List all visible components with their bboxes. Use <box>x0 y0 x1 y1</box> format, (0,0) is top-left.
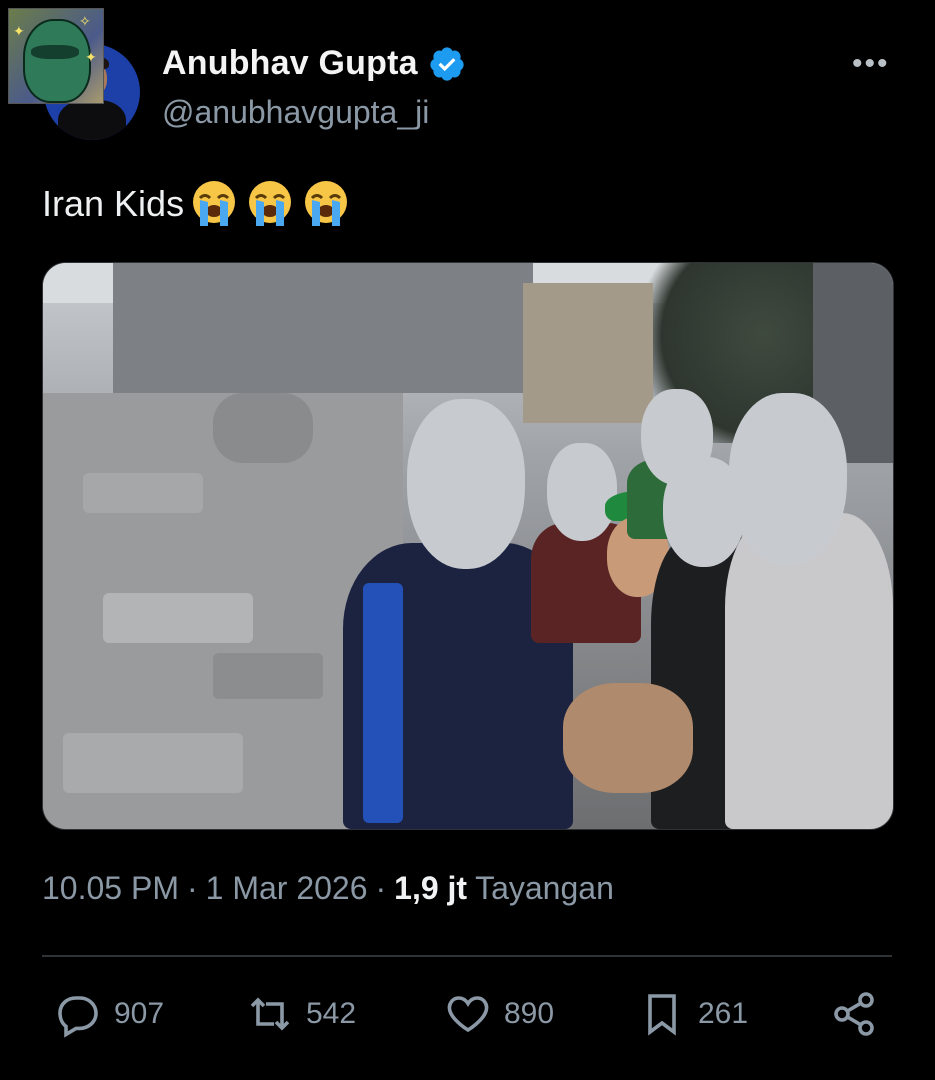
bookmark-icon <box>648 994 676 1036</box>
image-rubble-block <box>213 653 323 699</box>
divider <box>42 955 892 957</box>
action-bar: 907 542 890 261 <box>0 990 935 1046</box>
post-time[interactable]: 10.05 PM <box>42 870 179 907</box>
tweet: ✦ ✦ ✧ Anubhav Gupta @anubhavgupta_ji •••… <box>0 0 935 1080</box>
views-label[interactable]: Tayangan <box>475 870 614 907</box>
author-handle[interactable]: @anubhavgupta_ji <box>162 94 429 131</box>
post-meta: 10.05 PM · 1 Mar 2026 · 1,9 jt Tayangan <box>42 870 614 907</box>
bookmark-count: 261 <box>698 997 749 1030</box>
image-rubble-block <box>63 733 243 793</box>
like-button[interactable]: 890 <box>444 990 554 1038</box>
loudly-crying-face-icon <box>305 181 348 226</box>
repost-button[interactable]: 542 <box>246 990 356 1038</box>
heart-icon <box>447 996 489 1033</box>
author-name-row[interactable]: Anubhav Gupta <box>162 44 466 83</box>
repost-icon <box>250 997 290 1031</box>
share-button[interactable] <box>830 990 878 1038</box>
reply-icon <box>58 996 98 1038</box>
reply-button[interactable]: 907 <box>54 990 164 1038</box>
share-icon <box>834 992 874 1036</box>
image-hands <box>563 683 693 793</box>
bookmark-button[interactable]: 261 <box>638 990 748 1038</box>
meta-separator: · <box>375 870 387 906</box>
post-date[interactable]: 1 Mar 2026 <box>206 870 368 907</box>
image-ruined-building <box>113 263 533 393</box>
image-rubble-block <box>83 473 203 513</box>
tweet-text: Iran Kids <box>42 178 352 230</box>
loudly-crying-face-icon <box>249 181 292 226</box>
loudly-crying-face-icon <box>193 181 236 226</box>
post-image[interactable] <box>42 262 894 830</box>
more-options-button[interactable]: ••• <box>852 49 890 79</box>
sticker-overlay: ✦ ✦ ✧ <box>8 8 104 104</box>
avatar-group[interactable]: ✦ ✦ ✧ <box>8 8 140 140</box>
meta-separator: · <box>186 870 198 906</box>
image-rubble-pipe <box>213 393 313 463</box>
tweet-text-content: Iran Kids <box>42 183 185 224</box>
display-name[interactable]: Anubhav Gupta <box>162 44 418 83</box>
views-count[interactable]: 1,9 jt <box>394 870 467 907</box>
image-child <box>719 393 893 829</box>
image-rubble-block <box>103 593 253 643</box>
repost-count: 542 <box>306 997 357 1030</box>
reply-count: 907 <box>114 997 165 1030</box>
verified-badge-icon <box>430 46 464 81</box>
more-horizontal-icon: ••• <box>852 47 890 80</box>
like-count: 890 <box>504 997 555 1030</box>
